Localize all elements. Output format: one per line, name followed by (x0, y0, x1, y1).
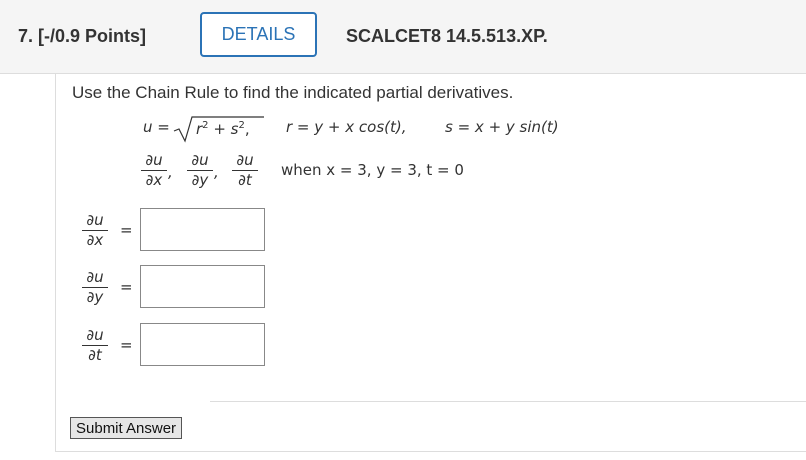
content-left-border (55, 73, 56, 451)
answer-label-du-dx: ∂u ∂x (82, 211, 108, 249)
answer-input-du-dx[interactable] (140, 208, 265, 251)
answer-input-du-dy[interactable] (140, 265, 265, 308)
target-separator: , (168, 163, 173, 181)
fraction-numerator: ∂u (145, 151, 163, 169)
evaluation-point: when x = 3, y = 3, t = 0 (281, 161, 464, 179)
r-definition: r = y + x cos(t), (286, 118, 407, 136)
fraction-denominator: ∂t (238, 171, 252, 189)
answer-label-du-dt: ∂u ∂t (82, 326, 108, 364)
fraction-denominator: ∂y (86, 288, 104, 306)
target-separator: , (214, 163, 219, 181)
fraction-numerator: ∂u (86, 211, 104, 229)
question-code: SCALCET8 14.5.513.XP. (346, 26, 548, 46)
fraction-numerator: ∂u (236, 151, 254, 169)
fraction-denominator: ∂y (191, 171, 209, 189)
target-du-dt: ∂u ∂t (232, 151, 258, 189)
u-lhs: u = (143, 118, 170, 136)
question-points: [-/0.9 Points] (38, 26, 147, 46)
target-du-dy: ∂u ∂y (187, 151, 213, 189)
answer-input-du-dt[interactable] (140, 323, 265, 366)
equals-sign: = (120, 221, 133, 239)
s-definition: s = x + y sin(t) (445, 118, 559, 136)
radicand-comma: , (244, 120, 250, 138)
fraction-numerator: ∂u (86, 268, 104, 286)
content-bottom-border (55, 451, 806, 452)
question-number: 7. (18, 26, 34, 46)
answer-label-du-dy: ∂u ∂y (82, 268, 108, 306)
submit-answer-button[interactable]: Submit Answer (70, 417, 183, 439)
equals-sign: = (120, 336, 133, 354)
equals-sign: = (120, 278, 133, 296)
fraction-denominator: ∂x (145, 171, 163, 189)
fraction-denominator: ∂t (88, 346, 102, 364)
u-formula: r2 + s2, (172, 114, 264, 144)
fraction-denominator: ∂x (86, 231, 104, 249)
problem-instruction: Use the Chain Rule to find the indicated… (72, 83, 514, 102)
fraction-numerator: ∂u (86, 326, 104, 344)
radicand-plus-s: + s (208, 120, 239, 138)
radicand: r2 + s2, (196, 120, 250, 138)
details-button[interactable]: DETAILS (200, 12, 317, 57)
target-du-dx: ∂u ∂x (141, 151, 167, 189)
question-title: 7. [-/0.9 Points] (18, 26, 146, 47)
divider-line (210, 401, 806, 402)
fraction-numerator: ∂u (191, 151, 209, 169)
question-header: 7. [-/0.9 Points] DETAILS SCALCET8 14.5.… (0, 0, 806, 74)
